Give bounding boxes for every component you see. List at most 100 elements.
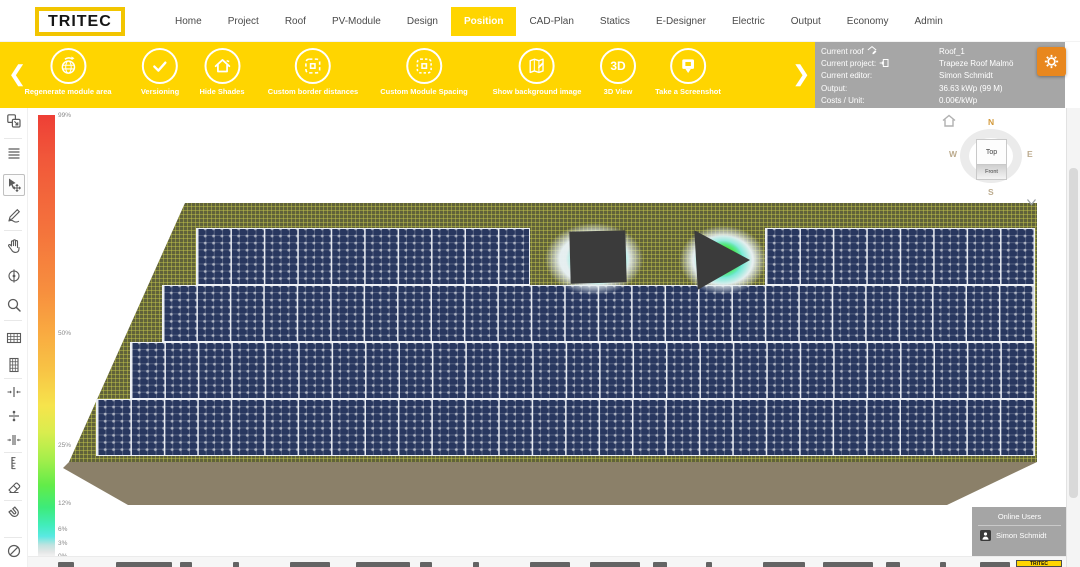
sidebar-divider	[4, 320, 22, 321]
eraser-tool-icon[interactable]	[3, 476, 25, 498]
toolbar-button-show-background-image[interactable]: Show background image	[493, 48, 582, 96]
toolbar-button-3d-view[interactable]: 3D 3D View	[600, 48, 636, 96]
status-text-fragment	[886, 562, 900, 567]
zoom-tool-icon[interactable]	[3, 294, 25, 316]
toolbar-button-regenerate-module-area[interactable]: Regenerate module area	[24, 48, 111, 96]
nav-item-output[interactable]: Output	[778, 7, 834, 36]
nav-item-statics[interactable]: Statics	[587, 7, 643, 36]
nav-item-cad-plan[interactable]: CAD-Plan	[516, 7, 586, 36]
module-row[interactable]	[162, 285, 1035, 342]
nav-item-home[interactable]: Home	[162, 7, 215, 36]
module-spacing-icon	[406, 48, 442, 84]
module-row[interactable]	[96, 399, 1035, 456]
nav-item-economy[interactable]: Economy	[834, 7, 902, 36]
info-row: Output:36.63 kWp (99 M)	[821, 82, 1065, 94]
vertical-scrollbar[interactable]	[1066, 108, 1080, 567]
info-label: Costs / Unit:	[821, 96, 939, 105]
toolbar-button-label: Show background image	[493, 87, 582, 96]
copy-move-tool-icon[interactable]	[3, 110, 25, 132]
sidebar-divider	[4, 500, 22, 501]
snap-tool-icon[interactable]	[3, 540, 25, 562]
toolbar-button-label: Hide Shades	[199, 87, 244, 96]
toolbar-button-label: Versioning	[141, 87, 179, 96]
status-text-fragment	[653, 562, 667, 567]
user-avatar-icon	[980, 530, 991, 541]
table-vertical-tool-icon[interactable]	[3, 354, 25, 376]
check-icon	[142, 48, 178, 84]
info-label: Current editor:	[821, 71, 939, 80]
module-row[interactable]	[196, 228, 530, 285]
3d-icon: 3D	[600, 48, 636, 84]
toolbar-button-custom-module-spacing[interactable]: Custom Module Spacing	[380, 48, 468, 96]
home-view-icon[interactable]	[942, 114, 956, 127]
screenshot-icon	[670, 48, 706, 84]
info-value: Trapeze Roof Malmö	[939, 59, 1013, 68]
status-text-fragment	[58, 562, 74, 567]
import-project-icon[interactable]	[879, 58, 889, 70]
sidebar-divider	[4, 537, 22, 538]
compass-south-label: S	[988, 187, 994, 197]
collapse-chevron-icon[interactable]	[1026, 198, 1037, 207]
toolbar-button-hide-shades[interactable]: Hide Shades	[199, 48, 244, 96]
compass-east-label: E	[1027, 149, 1033, 159]
info-row: Current project: Trapeze Roof Malmö	[821, 57, 1065, 69]
tools-sidebar	[0, 108, 28, 567]
obstacle-box[interactable]	[569, 230, 626, 283]
module-row[interactable]	[765, 228, 1035, 285]
info-value: Simon Schmidt	[939, 71, 993, 80]
toolbar-button-versioning[interactable]: Versioning	[141, 48, 179, 96]
nav-item-project[interactable]: Project	[215, 7, 272, 36]
table-horizontal-tool-icon[interactable]	[3, 327, 25, 349]
info-value: Roof_1	[939, 47, 965, 56]
ruler-tool-icon[interactable]	[3, 452, 25, 474]
status-text-fragment	[940, 562, 946, 567]
info-row: Current roofRoof_1	[821, 45, 1065, 57]
tritec-logo[interactable]: TRITEC	[35, 7, 125, 36]
draw-tool-icon[interactable]	[3, 204, 25, 226]
top-navbar: TRITEC HomeProjectRoofPV-ModuleDesignPos…	[0, 0, 1080, 42]
main-menu: HomeProjectRoofPV-ModuleDesignPositionCA…	[162, 0, 956, 42]
view-navigation-widget: N E S W Top Front	[940, 112, 1042, 208]
nav-item-pv-module[interactable]: PV-Module	[319, 7, 394, 36]
toolbar-button-take-a-screenshot[interactable]: Take a Screenshot	[655, 48, 721, 96]
house-icon	[204, 48, 240, 84]
status-text-fragment	[823, 562, 873, 567]
nav-item-electric[interactable]: Electric	[719, 7, 778, 36]
online-user-row: Simon Schmidt	[972, 530, 1067, 541]
nav-item-admin[interactable]: Admin	[901, 7, 955, 36]
status-text-fragment	[706, 562, 712, 567]
nav-item-design[interactable]: Design	[394, 7, 451, 36]
tritec-app-window: TRITEC HomeProjectRoofPV-ModuleDesignPos…	[0, 0, 1080, 567]
info-label-text: Current project:	[821, 59, 876, 68]
toolbar-button-custom-border-distances[interactable]: Custom border distances	[268, 48, 358, 96]
dashed-border-icon	[295, 48, 331, 84]
status-bar	[28, 556, 1066, 567]
view-front-button[interactable]: Front	[976, 165, 1007, 180]
scrollbar-thumb[interactable]	[1069, 168, 1078, 498]
online-users-title: Online Users	[972, 507, 1067, 521]
nav-item-position[interactable]: Position	[451, 7, 516, 36]
column-spacing-tool-icon[interactable]	[3, 429, 25, 451]
status-text-fragment	[180, 562, 192, 567]
orbit-tool-icon[interactable]	[3, 265, 25, 287]
spacing-horizontal-tool-icon[interactable]	[3, 381, 25, 403]
view-top-button[interactable]: Top	[976, 139, 1007, 165]
toolbar-scroll-right-icon[interactable]: ❯	[792, 60, 810, 88]
sidebar-divider	[4, 138, 22, 139]
toolbar-button-label: Take a Screenshot	[655, 87, 721, 96]
legend-label: 3%	[58, 539, 67, 546]
spacing-vertical-tool-icon[interactable]	[3, 405, 25, 427]
3d-icon-text: 3D	[610, 59, 625, 73]
list-tool-icon[interactable]	[3, 142, 25, 164]
module-row[interactable]	[130, 342, 1035, 399]
nav-item-roof[interactable]: Roof	[272, 7, 319, 36]
settings-gear-button[interactable]	[1037, 47, 1066, 76]
magnet-tool-icon[interactable]	[3, 501, 25, 523]
roof-area[interactable]	[63, 203, 1043, 505]
pan-tool-icon[interactable]	[3, 235, 25, 257]
toolbar-button-label: 3D View	[600, 87, 636, 96]
nav-item-e-designer[interactable]: E-Designer	[643, 7, 719, 36]
edit-roof-icon[interactable]	[867, 45, 877, 57]
status-text-fragment	[116, 562, 172, 567]
select-move-tool-icon[interactable]	[3, 174, 25, 196]
